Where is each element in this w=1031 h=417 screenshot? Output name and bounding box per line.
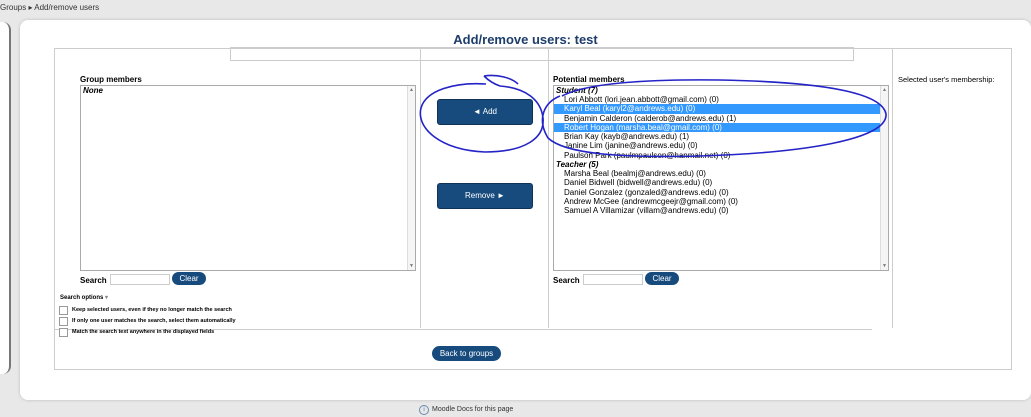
back-to-groups-button[interactable]: Back to groups xyxy=(432,346,501,361)
search-label: Search xyxy=(553,276,580,285)
list-item[interactable]: Robert Hogan (marsha.beal@gmail.com) (0) xyxy=(554,122,888,133)
list-item[interactable]: Paulson Park (paulmpaulson@hanmail.net) … xyxy=(554,151,888,160)
moodle-docs-link[interactable]: i Moodle Docs for this page xyxy=(419,405,513,415)
search-options-toggle[interactable]: Search options ▾ xyxy=(60,294,108,301)
chevron-down-icon: ▾ xyxy=(105,295,109,301)
potential-members-list[interactable]: Student (7) Lori Abbott (lori.jean.abbott… xyxy=(553,85,889,271)
list-item[interactable]: Daniel Bidwell (bidwell@andrews.edu) (0) xyxy=(554,178,888,187)
search-label: Search xyxy=(80,276,107,285)
list-item[interactable]: Andrew McGee (andrewmcgeejr@gmail.com) (… xyxy=(554,197,888,206)
scroll-down-icon[interactable]: ▼ xyxy=(408,262,415,270)
left-side-block xyxy=(0,22,11,374)
list-item[interactable]: Karyl Beal (karyl2@andrews.edu) (0) xyxy=(554,104,888,114)
scroll-up-icon[interactable]: ▲ xyxy=(881,86,888,94)
list-item[interactable]: Benjamin Calderon (calderob@andrews.edu)… xyxy=(554,114,888,123)
match-anywhere-label: Match the search text anywhere in the di… xyxy=(72,329,215,335)
auto-select-checkbox[interactable] xyxy=(59,317,68,326)
page-title: Add/remove users: test xyxy=(453,32,598,47)
column-divider xyxy=(892,48,893,328)
column-divider xyxy=(548,48,549,328)
list-item[interactable]: Samuel A Villamizar (villam@andrews.edu)… xyxy=(554,206,888,215)
group-members-scrollbar[interactable]: ▲ ▼ xyxy=(407,86,415,270)
potential-members-scrollbar[interactable]: ▲ ▼ xyxy=(880,86,888,270)
potential-members-search-input[interactable] xyxy=(583,274,643,285)
potential_members-group-label: Student (7) xyxy=(556,86,598,95)
scroll-up-icon[interactable]: ▲ xyxy=(408,86,415,94)
potential-members-heading: Potential members xyxy=(553,75,625,84)
search-options-label: Search options xyxy=(60,295,104,301)
group-members-heading: Group members xyxy=(80,75,142,84)
remove-button[interactable]: Remove ► xyxy=(437,183,533,209)
potential_members-group-label: Teacher (5) xyxy=(556,160,599,170)
list-item[interactable]: Marsha Beal (bealmj@andrews.edu) (0) xyxy=(554,169,888,178)
scroll-down-icon[interactable]: ▼ xyxy=(881,262,888,270)
list-item[interactable]: Daniel Gonzalez (gonzaled@andrews.edu) (… xyxy=(554,188,888,197)
keep-selected-checkbox[interactable] xyxy=(59,306,68,315)
breadcrumb[interactable]: Groups ▸ Add/remove users xyxy=(0,3,99,12)
membership-heading: Selected user's membership: xyxy=(898,75,995,84)
info-icon: i xyxy=(419,405,429,415)
group_members-group-label: None xyxy=(83,86,103,95)
keep-selected-label: Keep selected users, even if they no lon… xyxy=(72,307,232,313)
auto-select-label: If only one user matches the search, sel… xyxy=(72,318,236,324)
group-members-list[interactable]: None ▲ ▼ xyxy=(80,85,416,271)
column-divider xyxy=(420,48,421,328)
add-button[interactable]: ◄ Add xyxy=(437,99,533,125)
group-members-search-input[interactable] xyxy=(110,274,170,285)
match-anywhere-checkbox[interactable] xyxy=(59,328,68,337)
list-item[interactable]: Lori Abbott (lori.jean.abbott@gmail.com)… xyxy=(554,95,888,104)
potential-members-clear-button[interactable]: Clear xyxy=(645,272,679,285)
list-item[interactable]: Brian Kay (kayb@andrews.edu) (1) xyxy=(554,132,888,141)
list-item[interactable]: Janine Lim (janine@andrews.edu) (0) xyxy=(554,141,888,150)
moodle-docs-label: Moodle Docs for this page xyxy=(432,406,514,413)
group-members-clear-button[interactable]: Clear xyxy=(172,272,206,285)
